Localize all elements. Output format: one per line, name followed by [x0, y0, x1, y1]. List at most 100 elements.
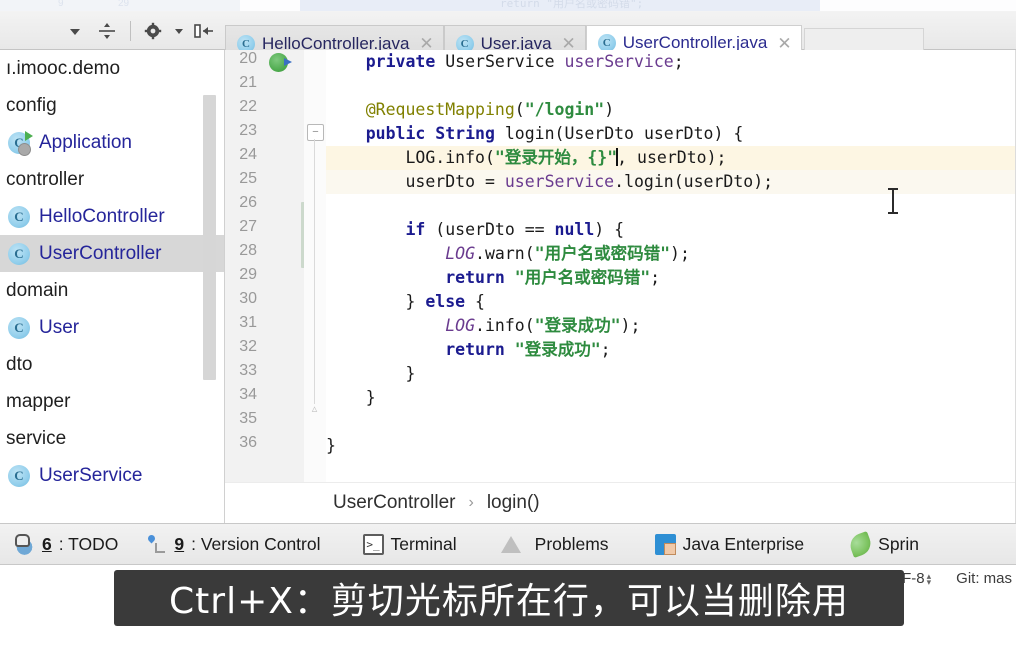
tool-window-problems[interactable]: Problems [487, 523, 623, 565]
string-bad-credentials: "用户名或密码错" [534, 244, 671, 263]
subtitle-text: Ctrl+X：剪切光标所在行，可以当删除用 [169, 581, 849, 622]
arg-userdto-2: userDto [683, 172, 754, 191]
logger-log-info2: LOG [445, 316, 476, 335]
tool-window-java-enterprise[interactable]: Java Enterprise [641, 523, 819, 565]
close-icon[interactable]: ✕ [774, 35, 791, 52]
method-name-login: login [504, 124, 555, 143]
sidebar-item-package-controller[interactable]: controller [0, 161, 224, 198]
line-number: 20 [239, 50, 257, 67]
editor-fold-column[interactable] [304, 50, 326, 482]
expand-collapse-icon[interactable] [94, 18, 120, 44]
keyword-return-2: return [445, 340, 505, 359]
fold-end-icon[interactable]: ▵ [307, 402, 322, 417]
line-number: 25 [239, 170, 257, 187]
tool-window-label: Terminal [390, 533, 457, 554]
tool-window-label: : Version Control [191, 533, 321, 554]
keyword-return-1: return [445, 268, 505, 287]
tool-window-terminal[interactable]: >_ Terminal [349, 523, 471, 565]
tree-item-label: config [6, 95, 57, 116]
hide-panel-icon[interactable] [191, 18, 217, 44]
sidebar-item-package-dto[interactable]: dto [0, 346, 224, 383]
tree-item-label: User [39, 317, 80, 338]
tool-window-shortcut: 9 [174, 533, 185, 554]
java-class-icon: C [8, 242, 30, 265]
subtitle-overlay: Ctrl+X：剪切光标所在行，可以当删除用 [114, 570, 904, 626]
sidebar-item-package-domain[interactable]: domain [0, 272, 224, 309]
sidebar-item-package-config[interactable]: config [0, 87, 224, 124]
tool-window-label: Sprin [878, 533, 920, 554]
sidebar-item-package-mapper[interactable]: mapper [0, 383, 224, 420]
java-class-icon: C [8, 316, 30, 339]
logger-warn-call: warn [484, 244, 525, 263]
tool-window-todo[interactable]: 6 : TODO [0, 523, 132, 565]
mouse-text-cursor [888, 188, 898, 214]
assign-userdto: userDto [405, 172, 476, 191]
editor-toolbar: C HelloController.java ✕ C User.java ✕ C… [0, 11, 1016, 61]
line-number: 34 [239, 386, 257, 403]
logger-log: LOG [405, 148, 436, 167]
string-login-start: "登录开始，{}" [494, 148, 618, 167]
line-number: 35 [239, 410, 257, 427]
line-number: 23 [239, 122, 257, 139]
cond-userdto: userDto [445, 220, 515, 239]
line-number: 32 [239, 338, 257, 355]
tool-window-spring[interactable]: Sprin [836, 523, 933, 565]
tree-item-label: HelloController [39, 206, 165, 227]
frame-bleed-strip: 9 29 return "用户名或密码错"; [0, 0, 1016, 11]
fold-collapse-icon[interactable]: − [307, 124, 324, 141]
gear-icon[interactable] [141, 18, 167, 44]
run-method-gutter-icon[interactable] [269, 53, 292, 72]
spring-boot-class-icon: C [8, 130, 33, 156]
keyword-if: if [405, 220, 426, 239]
line-number: 24 [239, 146, 257, 163]
param-name-userdto: userDto [643, 124, 714, 143]
breadcrumb-class[interactable]: UserController [333, 492, 455, 514]
chevron-down-icon[interactable] [62, 18, 88, 44]
sidebar-item-usercontroller[interactable]: C UserController [0, 235, 224, 272]
breadcrumb-method[interactable]: login() [487, 492, 540, 514]
project-tree[interactable]: ı.imooc.demo config C Application contro… [0, 50, 225, 523]
breadcrumb[interactable]: UserController › login() [225, 482, 1016, 523]
line-number: 29 [239, 266, 257, 283]
sidebar-item-package-service[interactable]: service [0, 420, 224, 457]
gear-dropdown-icon[interactable] [173, 18, 185, 44]
fold-range-line [314, 139, 315, 404]
java-enterprise-icon [654, 533, 676, 555]
logger-log-warn: LOG [445, 244, 476, 263]
line-number: 28 [239, 242, 257, 259]
tool-window-bar: 6 : TODO 9 : Version Control >_ Terminal… [0, 523, 1016, 565]
java-class-icon: C [8, 205, 30, 228]
code-editor[interactable]: 20 21 22 23 24 25 26 27 28 29 30 31 32 3… [225, 50, 1016, 482]
logger-info-call-2: info [484, 316, 525, 335]
tree-item-label: dto [6, 354, 33, 375]
keyword-else: else [425, 292, 466, 311]
string-login-success: "登录成功" [534, 316, 621, 335]
frame-bleed-code: return "用户名或密码错"; [300, 0, 820, 11]
sidebar-item-hellocontroller[interactable]: C HelloController [0, 198, 224, 235]
line-number: 22 [239, 98, 257, 115]
editor-gutter[interactable]: 20 21 22 23 24 25 26 27 28 29 30 31 32 3… [225, 50, 305, 482]
sidebar-item-application[interactable]: C Application [0, 124, 224, 161]
sidebar-item-user[interactable]: C User [0, 309, 224, 346]
annotation-path-string: "/login" [524, 100, 605, 119]
tool-window-label: Problems [534, 533, 609, 554]
tree-item-label: service [6, 428, 67, 449]
logger-info-call: info [445, 148, 485, 167]
toolbar-separator [130, 20, 131, 41]
sidebar-item-package-imooc-demo[interactable]: ı.imooc.demo [0, 50, 224, 87]
updown-arrows-icon: ▴ ▾ [926, 570, 932, 587]
tree-item-label: controller [6, 169, 85, 190]
line-number: 27 [239, 218, 257, 235]
git-branch[interactable]: Git: mas [956, 570, 1012, 587]
annotation-requestmapping: @RequestMapping [365, 100, 515, 119]
chevron-right-icon: › [468, 494, 474, 511]
tool-window-version-control[interactable]: 9 : Version Control [132, 523, 334, 565]
keyword-private: private [365, 52, 436, 71]
spring-icon [847, 530, 875, 558]
problems-icon [500, 535, 521, 553]
sidebar-item-userservice[interactable]: C UserService [0, 457, 224, 494]
sidebar-scrollbar[interactable] [203, 95, 216, 380]
code-content[interactable]: private UserService userService; @Reques… [326, 50, 1016, 482]
string-bad-credentials-return: "用户名或密码错" [514, 268, 651, 287]
field-userservice: userService [564, 52, 674, 71]
